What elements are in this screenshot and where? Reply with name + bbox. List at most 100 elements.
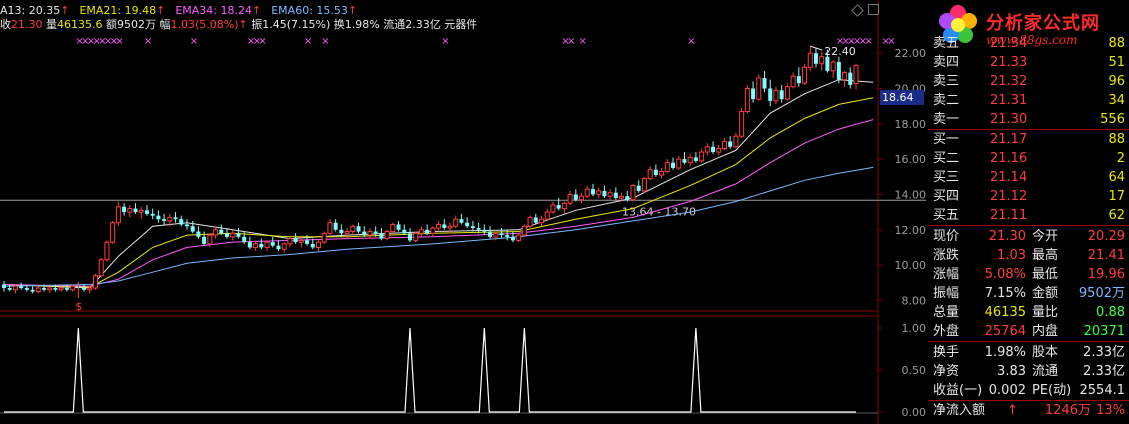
star-mark: × (887, 36, 895, 47)
candle-body (733, 135, 739, 148)
indicator-tick-label: 0.00 (902, 406, 927, 419)
candle-body (813, 53, 818, 64)
candle-body (830, 61, 836, 72)
ema-line-a13 (3, 79, 874, 289)
candle-body (270, 242, 275, 246)
orderbook-row[interactable]: 买四 21.12 17 (928, 187, 1129, 206)
candle-body (110, 222, 116, 243)
candle-body (379, 233, 384, 239)
candle-body (53, 288, 58, 290)
quote-value: 3.83 (997, 364, 1026, 379)
candle-body (184, 224, 189, 227)
candle-body (190, 226, 195, 232)
kline-chart[interactable]: 22.0020.0018.0016.0014.0012.0010.008.001… (0, 0, 928, 424)
orderbook-row[interactable]: 卖三 21.32 96 (928, 72, 1129, 91)
volume-label: 量 (46, 18, 57, 31)
candle-body (476, 228, 481, 230)
candle-body (310, 243, 315, 248)
orderbook-price: 21.14 (990, 170, 1028, 185)
ema-label: EMA60: (271, 4, 317, 17)
quote-row: 换手 1.98% 股本 2.33亿 (928, 343, 1129, 362)
candle-body (751, 88, 756, 100)
candle-body (728, 141, 733, 147)
candle-body (453, 218, 459, 227)
ema-item-3: EMA60: 15.53↑ (271, 4, 357, 17)
up-arrow-icon: ↑ (156, 4, 166, 17)
candle-body (7, 288, 12, 290)
candle-body (470, 226, 475, 229)
orderbook-row[interactable]: 卖一 21.30 556 (928, 110, 1129, 129)
candle-body (579, 195, 585, 201)
star-mark: × (567, 36, 575, 47)
candle-body (693, 157, 698, 161)
candle-body (225, 233, 230, 237)
up-arrow-icon: ↑ (60, 4, 70, 17)
candle-body (590, 189, 595, 195)
candle-body (442, 224, 447, 229)
quote-value: 21.30 (988, 229, 1026, 244)
orderbook-row[interactable]: 买一 21.17 88 (928, 130, 1129, 149)
candle-body (596, 190, 602, 195)
orderbook-level-label: 卖四 (933, 55, 960, 70)
candle-body (567, 193, 573, 204)
candle-body (682, 159, 687, 163)
orderbook-volume: 96 (1108, 74, 1125, 89)
quote-value: 25764 (984, 324, 1026, 339)
candle-body (167, 216, 173, 222)
candle-body (230, 232, 236, 238)
quote-row: 涨幅 5.08% 最低 19.96 (928, 265, 1129, 284)
candle-body (356, 226, 361, 232)
orderbook-row[interactable]: 买三 21.14 64 (928, 168, 1129, 187)
candle-body (539, 218, 545, 224)
candle-body (12, 285, 18, 291)
orderbook-row[interactable]: 买二 21.16 2 (928, 149, 1129, 168)
price-tick-label: 18.00 (895, 118, 927, 131)
orderbook-price: 21.16 (990, 151, 1028, 166)
amplitude-text: 振1.45(7.15%) (251, 18, 331, 31)
star-mark: × (441, 36, 449, 47)
candle-body (259, 243, 264, 248)
star-mark: × (687, 36, 695, 47)
candle-body (396, 224, 401, 230)
indicator-tick-label: 1.00 (902, 322, 927, 335)
window-restore-icon[interactable] (868, 4, 879, 15)
candle-body (625, 196, 630, 200)
orderbook-row[interactable]: 卖五 21.34 88 (928, 34, 1129, 53)
quote-label: 量比 (1032, 305, 1059, 320)
quote-divider (928, 225, 1129, 226)
fundamental-divider (928, 341, 1129, 342)
orderbook-volume: 2 (1116, 151, 1125, 166)
quote-label: 流通 (1032, 364, 1059, 379)
quote-label: 换手 (933, 345, 960, 360)
quote-value: 0.002 (988, 383, 1026, 398)
orderbook-row[interactable]: 买五 21.11 62 (928, 206, 1129, 225)
orderbook-row[interactable]: 卖四 21.33 51 (928, 53, 1129, 72)
orderbook-level-label: 买一 (933, 132, 960, 147)
price-tick-label: 16.00 (895, 153, 927, 166)
quote-value: 2554.1 (1079, 383, 1126, 398)
candle-body (144, 210, 149, 214)
candle-body (298, 239, 304, 243)
candle-body (362, 231, 367, 236)
quote-value: 0.88 (1096, 305, 1125, 320)
orderbook-price: 21.33 (990, 55, 1028, 70)
candle-body (493, 232, 499, 238)
candle-body (305, 240, 310, 244)
candle-body (127, 208, 133, 213)
quote-value: 20.29 (1087, 229, 1125, 244)
candle-body (150, 213, 155, 216)
quote-value: 7.15% (984, 286, 1026, 301)
candle-body (659, 171, 665, 176)
quote-row: 外盘 25764 内盘 20371 (928, 322, 1129, 341)
close-value: 21.30 (11, 18, 43, 31)
candle-body (465, 222, 470, 227)
quote-value: 19.96 (1087, 267, 1125, 282)
orderbook-price: 21.17 (990, 132, 1028, 147)
pct-value: 1.03(5.08%) (170, 18, 239, 31)
indicator-tick-label: 0.50 (902, 364, 927, 377)
orderbook-row[interactable]: 卖二 21.31 34 (928, 91, 1129, 110)
star-mark: × (321, 36, 329, 47)
candle-body (367, 231, 373, 236)
quote-label: 收益(一) (933, 383, 983, 398)
quote-value: 20371 (1083, 324, 1125, 339)
